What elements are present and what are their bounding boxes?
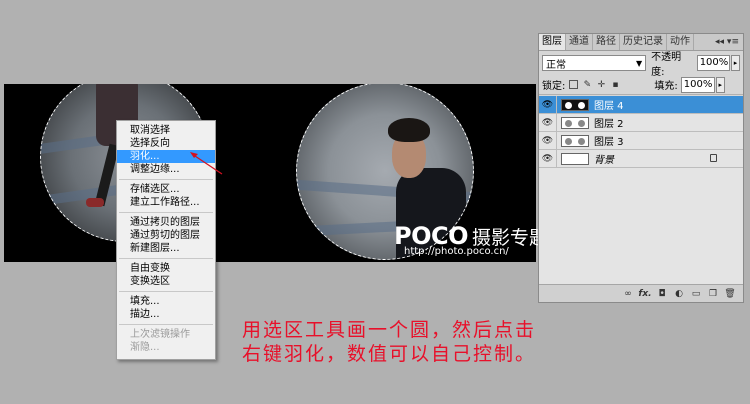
layer-name: 图层 2 [594,119,624,130]
context-menu-item[interactable]: 填充... [117,295,215,308]
annotation-arrow-icon [190,152,223,175]
layer-row[interactable]: 👁 图层 2 [539,113,743,132]
fill-slider-toggle-icon[interactable]: ▸ [715,76,725,93]
tab-history[interactable]: 历史记录 [620,34,667,50]
caption-line-1: 用选区工具画一个圆，然后点击 [242,319,537,341]
visibility-eye-icon[interactable]: 👁 [539,131,557,150]
opacity-slider-toggle-icon[interactable]: ▸ [731,55,740,71]
layers-toolbar: ∞ fx. ◘ ◐ ▭ ❐ 🗑 [539,284,743,302]
visibility-eye-icon[interactable]: 👁 [539,113,557,132]
context-menu-item: 渐隐... [130,342,160,353]
context-menu-item: 上次滤镜操作 [130,329,190,340]
visibility-eye-icon[interactable]: 👁 [539,149,557,168]
layer-thumbnail [561,116,589,129]
opacity-label: 不透明度: [651,52,682,78]
tab-layers[interactable]: 图层 [539,34,566,50]
context-menu-item[interactable]: 描边... [117,308,215,321]
fill-label: 填充: [654,81,678,92]
layer-row[interactable]: 👁 图层 4 [539,95,743,114]
blend-mode-select[interactable]: 正常 ▼ [542,55,647,71]
panel-tabs: 图层 通道 路径 历史记录 动作 ◂◂ ▾≡ [539,34,743,51]
tutorial-caption: 用选区工具画一个圆，然后点击 右键羽化，数值可以自己控制。 [242,318,536,366]
layer-thumbnail [561,98,589,111]
context-menu-item[interactable]: 变换选区 [117,275,215,288]
menu-separator [119,258,213,259]
context-menu-item[interactable]: 建立工作路径... [117,196,215,209]
layer-list: 👁 图层 4 👁 图层 2 👁 图层 3 👁 背景 [539,95,743,284]
lock-transparent-pixels-icon[interactable] [569,80,579,89]
layer-thumbnail [561,152,589,165]
new-layer-icon[interactable]: ❐ [706,288,720,300]
lock-image-pixels-icon[interactable]: ✎ [582,80,592,90]
context-menu-item[interactable]: 自由变换 [117,262,215,275]
menu-separator [119,291,213,292]
chevron-down-icon: ▼ [635,58,643,68]
context-menu-item[interactable]: 通过拷贝的图层 [117,216,215,229]
opacity-input[interactable]: 100% [696,55,731,71]
layer-row[interactable]: 👁 图层 3 [539,131,743,150]
layers-panel: 图层 通道 路径 历史记录 动作 ◂◂ ▾≡ 正常 ▼ 不透明度: 100% ▸… [538,33,744,303]
layer-lock-icon [710,154,717,162]
context-menu-item[interactable]: 新建图层... [117,242,215,255]
blend-mode-value: 正常 [546,59,566,71]
lock-row: 锁定: ✎ ✛ ▪ 填充: 100% ▸ [539,75,743,95]
menu-separator [119,179,213,180]
adjustment-layer-icon[interactable]: ◐ [672,288,686,300]
lock-position-icon[interactable]: ✛ [596,80,606,90]
panel-menu-button[interactable]: ◂◂ ▾≡ [715,37,739,47]
layer-style-icon[interactable]: fx. [638,288,652,300]
caption-line-2: 右键羽化，数值可以自己控制。 [242,343,537,365]
tab-channels[interactable]: 通道 [566,34,593,50]
layer-name: 图层 3 [594,137,624,148]
new-group-icon[interactable]: ▭ [689,288,703,300]
add-mask-icon[interactable]: ◘ [655,288,669,300]
menu-separator [119,212,213,213]
fill-input[interactable]: 100% [680,76,715,93]
tab-actions[interactable]: 动作 [667,34,694,50]
layer-name: 背景 [594,155,614,166]
blend-row: 正常 ▼ 不透明度: 100% ▸ [539,51,743,78]
layer-thumbnail [561,134,589,147]
visibility-eye-icon[interactable]: 👁 [539,95,557,114]
context-menu-item[interactable]: 取消选择 [117,124,215,137]
lock-label: 锁定: [542,81,566,92]
tab-paths[interactable]: 路径 [593,34,620,50]
layer-row[interactable]: 👁 背景 [539,149,743,168]
menu-separator [119,324,213,325]
context-menu-item[interactable]: 存储选区... [117,183,215,196]
layer-name: 图层 4 [594,101,624,112]
lock-all-icon[interactable]: ▪ [610,80,620,90]
link-layers-icon[interactable]: ∞ [621,288,635,300]
watermark-url: http://photo.poco.cn/ [404,246,509,257]
delete-layer-icon[interactable]: 🗑 [723,288,737,300]
context-menu-item[interactable]: 通过剪切的图层 [117,229,215,242]
